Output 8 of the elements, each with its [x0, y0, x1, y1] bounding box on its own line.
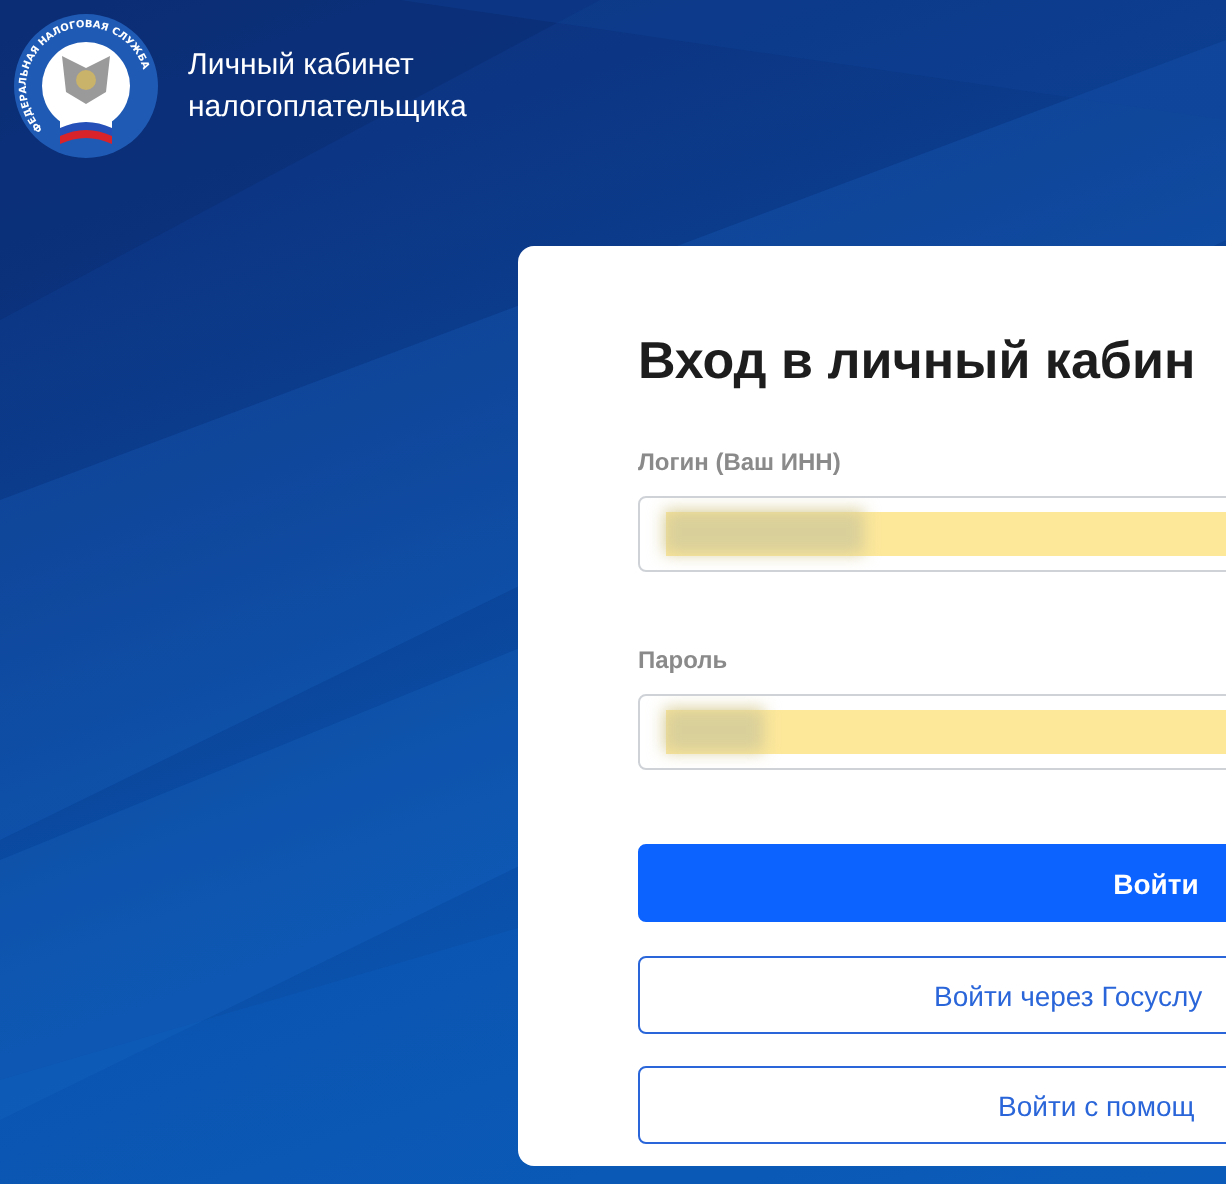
login-button[interactable]: Войти	[638, 844, 1226, 922]
login-heading: Вход в личный кабин	[638, 330, 1198, 392]
app-title: Личный кабинет	[188, 48, 416, 82]
field-label: Логин (Ваш ИНН)	[638, 448, 843, 476]
app-title: налогоплательщика	[188, 90, 467, 124]
alt-login-button[interactable]: Войти через Госуслу	[638, 956, 1226, 1034]
field-label: Пароль	[638, 646, 730, 674]
alt-login-button[interactable]: Войти с помощ	[638, 1066, 1226, 1144]
